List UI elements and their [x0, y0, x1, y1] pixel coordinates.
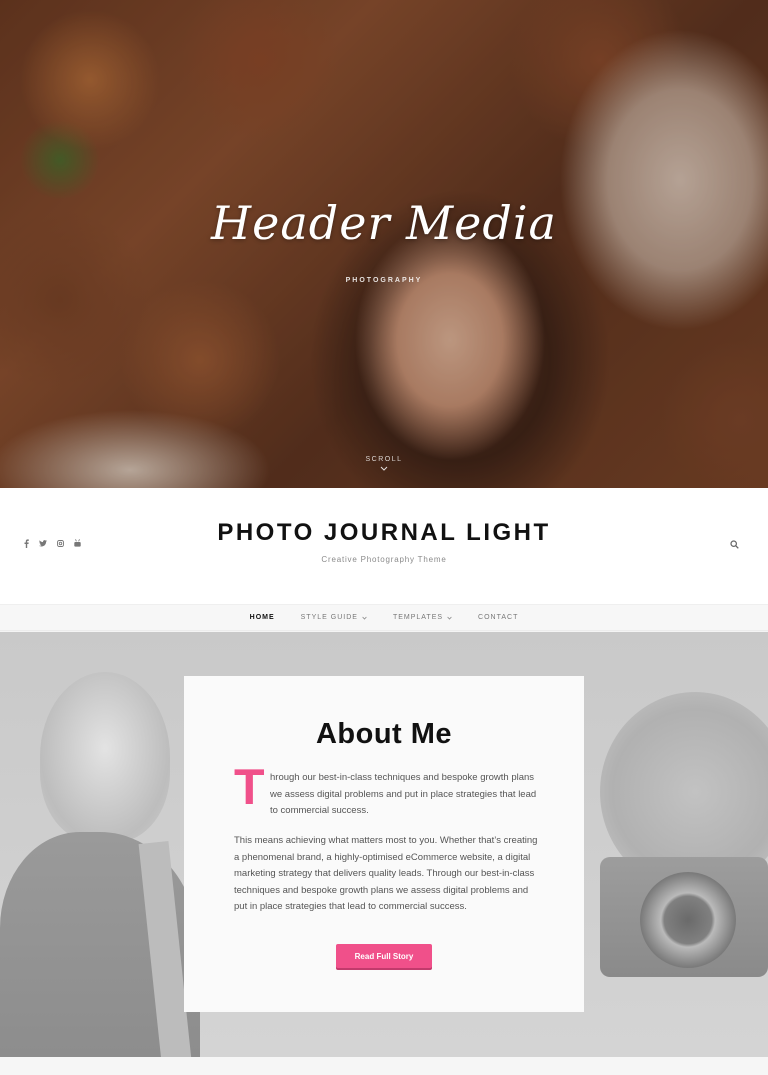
- main-navigation: HOME STYLE GUIDE TEMPLATES CONTACT: [0, 604, 768, 631]
- hero-subtitle: PHOTOGRAPHY: [345, 277, 423, 284]
- dropcap-letter: T: [234, 759, 265, 815]
- chevron-down-icon: [362, 616, 367, 620]
- about-paragraph: This means achieving what matters most t…: [234, 835, 538, 912]
- about-paragraph: hrough our best-in-class techniques and …: [270, 772, 537, 816]
- nav-item-templates[interactable]: TEMPLATES: [380, 614, 465, 621]
- search-icon[interactable]: [730, 540, 739, 549]
- nav-item-contact[interactable]: CONTACT: [465, 614, 531, 621]
- hero-header-media: Header Media PHOTOGRAPHY SCROLL: [0, 0, 768, 488]
- nav-item-home[interactable]: HOME: [237, 614, 288, 621]
- scroll-link[interactable]: SCROLL: [0, 456, 768, 463]
- nav-item-label: TEMPLATES: [392, 614, 444, 621]
- decorative-shape: [640, 872, 736, 968]
- site-tagline: Creative Photography Theme: [321, 555, 447, 564]
- nav-item-label: STYLE GUIDE: [300, 614, 358, 621]
- nav-item-label: HOME: [249, 614, 275, 621]
- nav-item-label: CONTACT: [478, 614, 519, 621]
- nav-item-style-guide[interactable]: STYLE GUIDE: [288, 614, 380, 621]
- chevron-down-icon: [447, 616, 452, 620]
- chevron-down-icon[interactable]: [380, 466, 388, 472]
- read-full-story-button[interactable]: Read Full Story: [336, 944, 432, 968]
- section-divider: [0, 1057, 768, 1075]
- about-card: About Me T hrough our best-in-class tech…: [184, 676, 584, 1012]
- site-header: PHOTO JOURNAL LIGHT Creative Photography…: [0, 488, 768, 604]
- hero-title: Header Media: [211, 196, 557, 250]
- site-title[interactable]: PHOTO JOURNAL LIGHT: [0, 519, 768, 547]
- about-heading: About Me: [315, 718, 453, 750]
- decorative-shape: [40, 672, 170, 842]
